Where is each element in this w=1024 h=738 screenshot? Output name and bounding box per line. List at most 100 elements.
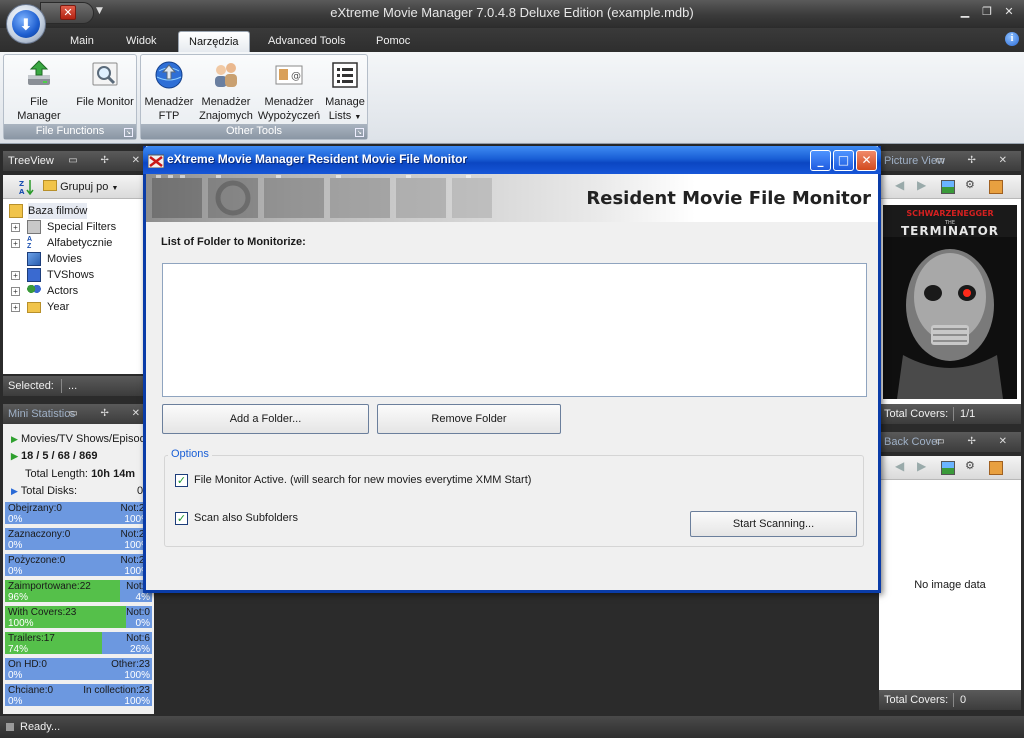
stat-bar-left-pct: 100% [8,618,34,629]
tree-item-special-filters[interactable]: + Special Filters [3,219,143,235]
tree-item-actors[interactable]: + Actors [3,283,143,299]
panel-controls[interactable]: ▭ ✢ ✕ [68,404,150,424]
loans-manager-button[interactable]: @ Menadżer Wypożyczeń [257,59,321,123]
stats-heading-row: ▶ Movies/TV Shows/Episodes [11,433,154,445]
remove-folder-button[interactable]: Remove Folder [377,404,561,434]
start-scanning-button[interactable]: Start Scanning... [690,511,857,537]
info-icon[interactable]: i [1005,32,1019,46]
panel-controls[interactable]: ▭ ✢ ✕ [68,151,150,171]
sort-az-icon[interactable]: Z A [19,179,35,195]
folder-icon [27,302,41,313]
stat-bar-left: Zaznaczony:0 [8,529,71,540]
tab-pomoc[interactable]: Pomoc [366,31,420,52]
title-bar: ✕ ▼ eXtreme Movie Manager 7.0.4.8 Deluxe… [0,0,1024,28]
export-icon[interactable] [989,461,1003,475]
group-by-button[interactable]: Grupuj po ▼ [43,179,118,195]
expand-icon[interactable]: + [11,287,20,296]
stat-bar-on-hd: On HD:0 Other:23 0% 100% [5,658,152,682]
status-grip-icon [6,723,14,731]
stat-bar-left: Trailers:17 [8,633,55,644]
group-launcher-icon[interactable]: ↘ [355,128,364,137]
green-arrow-icon: ▶ [11,434,18,444]
tree-item-alfabetycznie[interactable]: + AZ Alfabetycznie [3,235,143,251]
tree-item-year[interactable]: + Year [3,299,143,315]
scan-subfolders-checkbox[interactable]: ✓ [175,512,188,525]
dialog-maximize-icon[interactable]: □ [833,150,854,171]
divider [953,407,954,421]
prev-arrow-icon[interactable]: ◀ [895,459,909,473]
group-launcher-icon[interactable]: ↘ [124,128,133,137]
image-icon[interactable] [941,461,955,475]
stat-bar-left-pct: 74% [8,644,29,655]
expand-icon[interactable]: + [11,271,20,280]
stat-bar-left: Zaimportowane:22 [8,581,91,592]
group-label-file-functions: File Functions [4,124,136,139]
mini-stats-body: ▶ Movies/TV Shows/Episodes ▶ 18 / 5 / 68… [3,424,154,714]
expand-icon[interactable]: + [11,223,20,232]
add-folder-button[interactable]: Add a Folder... [162,404,369,434]
options-group-label: Options [168,448,212,460]
dialog-close-icon[interactable]: ✕ [856,150,877,171]
close-icon[interactable]: ✕ [1002,5,1016,19]
tab-narzedzia[interactable]: Narzędzia [178,31,250,52]
stat-bar-right: Other:23 [111,659,150,670]
prev-arrow-icon[interactable]: ◀ [895,178,909,192]
manage-lists-button[interactable]: Manage Lists ▼ [323,59,367,125]
mini-stats-header: Mini Statistics ▭ ✢ ✕ [3,404,154,424]
blue-arrow-icon: ▶ [11,486,18,496]
tree-root[interactable]: Baza filmów [9,203,99,219]
dialog-minimize-icon[interactable]: _ [810,150,831,171]
file-manager-button[interactable]: File Manager [7,59,71,123]
settings-icon[interactable]: ⚙ [965,459,979,473]
friends-manager-button[interactable]: Menadżer Znajomych [197,59,255,123]
application-menu-button[interactable]: ⬇ [6,4,46,44]
tab-widok[interactable]: Widok [116,31,167,52]
expand-icon[interactable]: + [11,239,20,248]
stat-bar-right-pct: 100% [124,670,150,681]
status-text: Ready... [20,721,61,733]
friends-icon [215,63,237,87]
file-monitor-active-checkbox[interactable]: ✓ [175,474,188,487]
panel-controls[interactable]: ▭ ✢ ✕ [935,151,1017,171]
window-title: eXtreme Movie Manager 7.0.4.8 Deluxe Edi… [330,5,694,20]
dropdown-arrow-icon: ▼ [111,185,119,192]
dialog-title-bar[interactable]: eXtreme Movie Manager Resident Movie Fil… [143,146,881,174]
tab-advanced-tools[interactable]: Advanced Tools [258,31,355,52]
dialog-banner: Resident Movie File Monitor [146,174,878,222]
file-monitor-button[interactable]: File Monitor [74,59,136,109]
panel-controls[interactable]: ▭ ✢ ✕ [935,432,1017,452]
treeview-selected-bar: Selected: ... [3,376,154,396]
image-icon[interactable] [941,180,955,194]
ftp-manager-button[interactable]: Menadżer FTP [143,59,195,123]
tab-main[interactable]: Main [60,31,104,52]
stats-heading: Movies/TV Shows/Episodes [20,433,154,445]
selected-value: ... [68,380,78,392]
picture-view-area: SCHWARZENEGGER THE TERMINATOR [879,199,1021,404]
manage-lists-label: Lists [328,110,352,122]
expand-icon[interactable]: + [11,303,20,312]
folder-list[interactable] [162,263,867,397]
picture-view-header: Picture View ▭ ✢ ✕ [879,151,1021,171]
stat-bar-left-pct: 0% [8,514,23,525]
ribbon-group-file-functions: File Manager File Monitor File Functions… [3,54,137,140]
export-icon[interactable] [989,180,1003,194]
no-image-text: No image data [914,579,986,591]
file-monitor-active-label: File Monitor Active. (will search for ne… [194,474,532,486]
stat-bar-right-pct: 26% [129,644,150,655]
total-covers-value: 1/1 [960,408,976,420]
next-arrow-icon[interactable]: ▶ [917,178,931,192]
stat-bar-right-pct: 4% [135,592,150,603]
stat-bar-left: On HD:0 [8,659,47,670]
tree-item-tvshows[interactable]: + TVShows [3,267,143,283]
restore-icon[interactable]: ❐ [980,5,994,19]
next-arrow-icon[interactable]: ▶ [917,459,931,473]
stat-bar-left-pct: 96% [8,592,29,603]
app-orb-arrow-icon: ⬇ [12,10,40,38]
divider [953,693,954,707]
settings-icon[interactable]: ⚙ [965,178,979,192]
tree-item-movies[interactable]: Movies [3,251,143,267]
minimize-icon[interactable]: ▁ [958,5,972,19]
stat-bar-left-pct: 0% [8,670,23,681]
stat-bar-left-pct: 0% [8,540,23,551]
stat-bar-right: Not:6 [126,633,150,644]
